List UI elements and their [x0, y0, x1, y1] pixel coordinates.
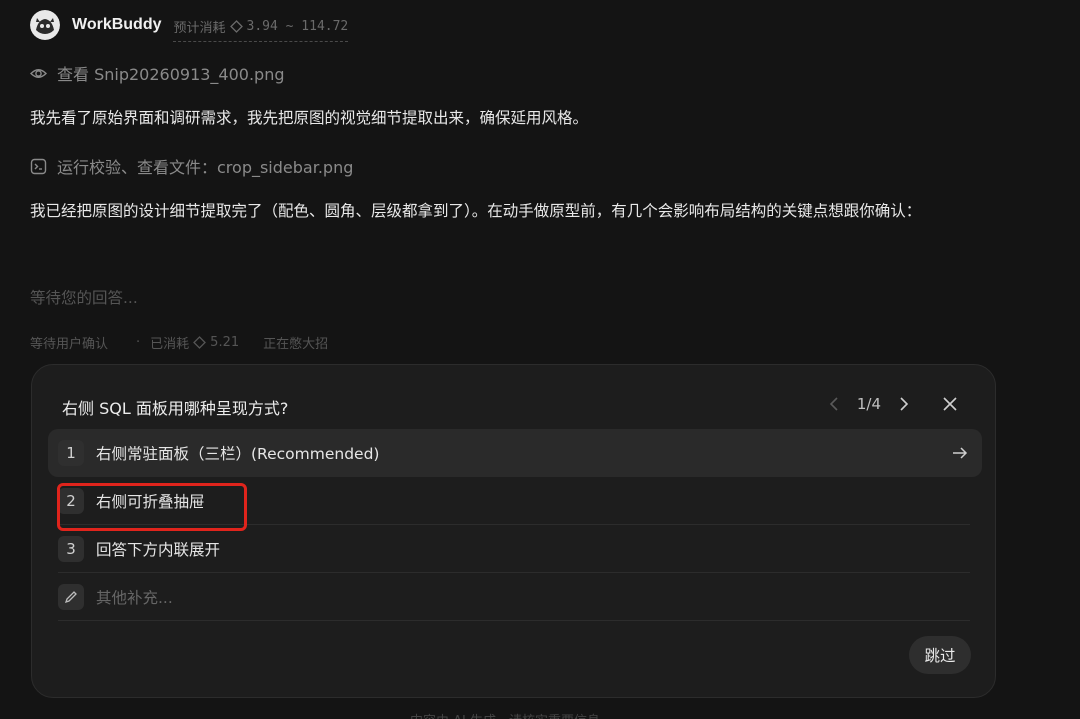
terminal-icon	[30, 158, 47, 175]
option-3[interactable]: 3 回答下方内联展开	[48, 525, 982, 573]
option-2[interactable]: 2 右侧可折叠抽屉	[48, 477, 982, 525]
chevron-right-icon	[900, 397, 909, 411]
message-header: WorkBuddy 预计消耗 3.94 ~ 114.72	[30, 9, 349, 42]
skip-button[interactable]: 跳过	[909, 636, 971, 674]
eye-icon	[30, 65, 47, 82]
status-activity: 正在憋大招	[263, 337, 329, 352]
status-spent-value: 5.21	[210, 335, 240, 350]
question-card: 右侧 SQL 面板用哪种呈现方式? 1/4 1 右侧常驻面板（三栏）(Recom…	[31, 364, 996, 698]
activity-view-file[interactable]: 查看 Snip20260913_400.png	[30, 61, 285, 85]
activity-text: 查看 Snip20260913_400.png	[57, 65, 285, 84]
option-number: 1	[58, 440, 84, 466]
other-input[interactable]: 其他补充...	[48, 573, 982, 621]
option-label: 右侧可折叠抽屉	[96, 493, 205, 511]
diamond-icon	[229, 19, 243, 33]
ai-disclaimer: 内容由 AI 生成，请核实重要信息	[410, 710, 600, 719]
cost-estimate[interactable]: 预计消耗 3.94 ~ 114.72	[173, 17, 349, 42]
status-separator: ·	[136, 335, 141, 350]
app-name: WorkBuddy	[72, 16, 162, 33]
waiting-indicator: 等待您的回答...	[30, 289, 138, 307]
cost-estimate-label: 预计消耗	[173, 20, 226, 36]
next-question-button[interactable]	[895, 393, 913, 415]
close-button[interactable]	[939, 393, 961, 415]
status-line: 等待用户确认 · 已消耗 5.21 正在憋大招	[30, 333, 328, 352]
status-spent-label: 已消耗	[150, 337, 190, 352]
arrow-right-icon	[950, 443, 970, 463]
diamond-icon	[193, 336, 207, 349]
option-divider	[58, 620, 970, 621]
question-pager: 1/4	[825, 393, 913, 415]
close-icon	[943, 397, 957, 411]
other-input-placeholder: 其他补充...	[96, 589, 173, 607]
assistant-message: 我先看了原始界面和调研需求，我先把原图的视觉细节提取出来，确保延用风格。	[30, 109, 589, 127]
question-title: 右侧 SQL 面板用哪种呈现方式?	[62, 399, 289, 418]
option-label: 右侧常驻面板（三栏）(Recommended)	[96, 445, 380, 463]
workbuddy-avatar	[30, 10, 60, 40]
chat-page: WorkBuddy 预计消耗 3.94 ~ 114.72 查看 Snip2026…	[0, 0, 1080, 719]
activity-run-check[interactable]: 运行校验、查看文件：crop_sidebar.png	[30, 154, 353, 178]
status-state: 等待用户确认	[30, 337, 109, 352]
activity-text: 运行校验、查看文件：crop_sidebar.png	[57, 158, 354, 177]
chevron-left-icon	[829, 397, 838, 411]
option-1[interactable]: 1 右侧常驻面板（三栏）(Recommended)	[48, 429, 982, 477]
option-number: 2	[58, 488, 84, 514]
prev-question-button[interactable]	[825, 393, 843, 415]
option-label: 回答下方内联展开	[96, 541, 221, 559]
cost-estimate-range: 3.94 ~ 114.72	[246, 18, 349, 34]
question-page-indicator: 1/4	[856, 395, 881, 413]
pencil-icon	[58, 584, 84, 610]
assistant-message: 我已经把原图的设计细节提取完了（配色、圆角、层级都拿到了）。在动手做原型前，有几…	[30, 202, 922, 220]
option-number: 3	[58, 536, 84, 562]
